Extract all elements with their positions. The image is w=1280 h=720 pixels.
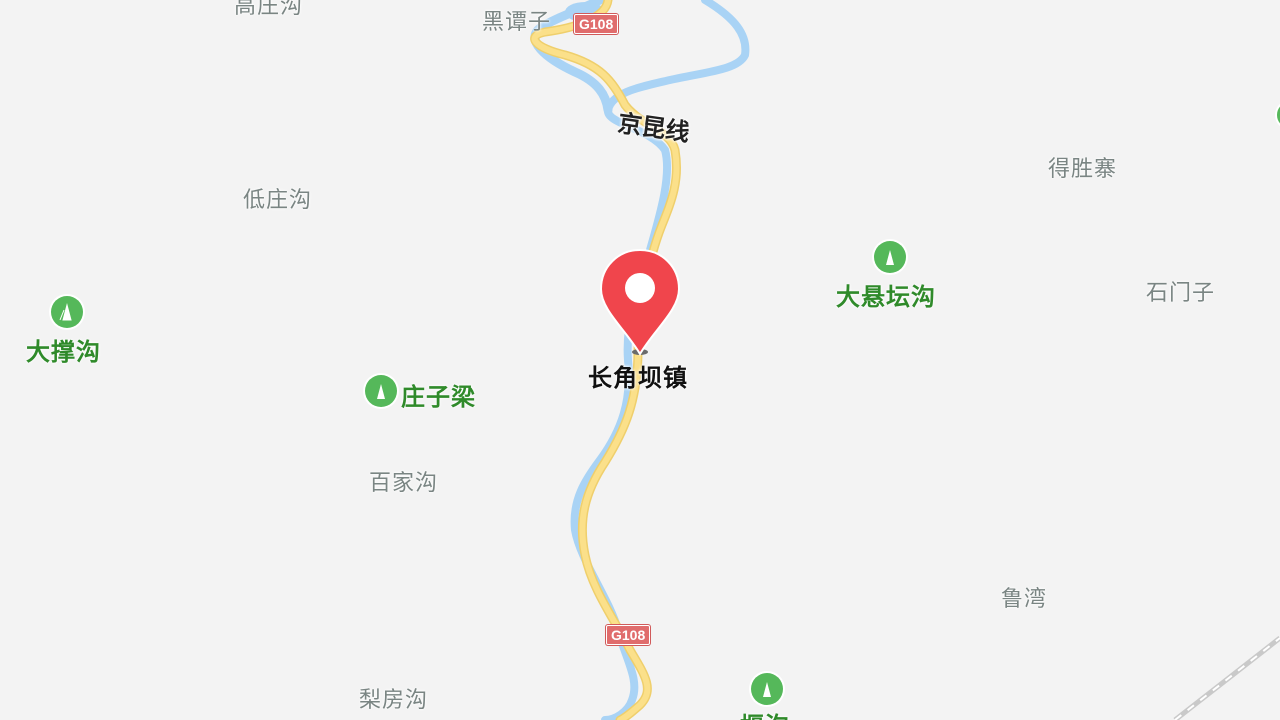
place-label[interactable]: 黑谭子 [482, 4, 551, 36]
poi-label[interactable]: 堰沟 [740, 706, 790, 720]
highway-shield-g108-bottom: G108 [606, 625, 651, 645]
place-label[interactable]: 得胜寨 [1048, 151, 1117, 183]
map-canvas[interactable]: G108 G108 京昆线 高庄沟 黑谭子 低庄沟 得胜寨 石门子 百家沟 鲁湾… [0, 0, 1280, 720]
location-pin-icon[interactable] [596, 248, 684, 360]
place-label[interactable]: 百家沟 [369, 465, 438, 497]
mountain-icon[interactable] [751, 673, 783, 705]
offscreen-poi-icon [1275, 103, 1280, 127]
railway-ties [1174, 637, 1280, 720]
poi-label[interactable]: 大悬坛沟 [836, 277, 936, 312]
place-label[interactable]: 石门子 [1146, 275, 1215, 307]
place-label[interactable]: 梨房沟 [359, 682, 428, 714]
mountain-icon[interactable] [51, 296, 83, 328]
highway-shield-g108-top: G108 [574, 14, 619, 34]
mountain-icon[interactable] [874, 241, 906, 273]
place-label[interactable]: 低庄沟 [243, 182, 312, 214]
mountain-icon[interactable] [365, 375, 397, 407]
poi-label[interactable]: 庄子梁 [401, 377, 476, 412]
poi-label[interactable]: 大撑沟 [26, 332, 101, 367]
marker-label[interactable]: 长角坝镇 [588, 358, 688, 393]
place-label[interactable]: 高庄沟 [234, 0, 303, 20]
place-label[interactable]: 鲁湾 [1001, 581, 1047, 613]
